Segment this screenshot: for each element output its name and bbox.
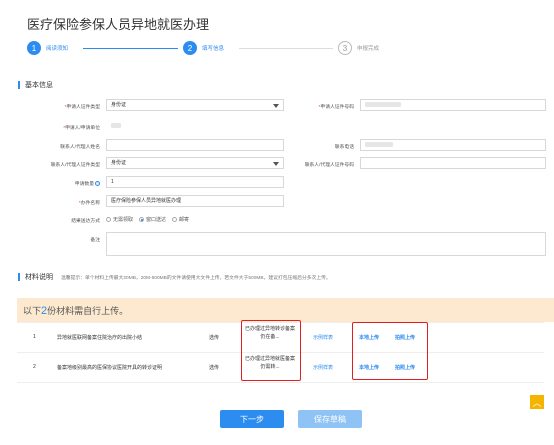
note-highlight-box	[241, 320, 301, 381]
remark-textarea[interactable]	[106, 232, 546, 256]
next-step-button[interactable]: 下一步	[220, 410, 284, 428]
step-connector-2	[239, 48, 333, 49]
sample-link[interactable]: 示例样表	[313, 364, 333, 371]
applicant-id-no-field[interactable]	[360, 99, 546, 111]
delivery-options: 无需领取 窗口送达 邮寄	[100, 216, 189, 223]
radio-mail[interactable]	[172, 217, 178, 222]
applicant-unit-label: *申请人/申请单位	[63, 126, 100, 131]
radio-mail-label: 邮寄	[179, 217, 190, 223]
section-bar	[18, 273, 20, 281]
step-1-label: 阅读须知	[46, 46, 69, 52]
applicant-id-type-select[interactable]: 身份证	[106, 99, 284, 111]
row-index: 1	[33, 334, 36, 340]
contact-id-no-label: 联系人/代理人证件号码	[304, 163, 354, 168]
apply-count-label: 申请数量?	[74, 181, 100, 187]
apply-count-field[interactable]: 1	[106, 176, 284, 188]
step-1-number: 1	[27, 41, 41, 55]
basic-info-title: 基本信息	[25, 82, 53, 89]
progress-steps: 1 阅读须知 2 填写信息 3 申报完成	[27, 41, 537, 57]
radio-no-pickup-label: 无需领取	[113, 217, 134, 223]
applicant-id-type-label: *申请人证件类型	[64, 105, 100, 110]
table-divider	[17, 382, 544, 383]
help-icon[interactable]: ?	[95, 181, 100, 187]
applicant-id-no-label: *申请人证件号码	[318, 105, 354, 110]
item-name-label: *办件名称	[78, 201, 100, 206]
contact-phone-field[interactable]	[360, 139, 546, 151]
radio-window-label: 窗口送达	[146, 217, 167, 223]
row-index: 2	[33, 364, 36, 370]
material-name: 备案地级别最高的医保协议医院开具的转诊证明	[57, 365, 163, 371]
step-3-number: 3	[338, 41, 352, 55]
radio-no-pickup[interactable]	[106, 217, 111, 222]
upload-banner: 以下2份材料需自行上传。	[17, 298, 554, 322]
materials-header: 材料说明 温馨提示：单个材料上传最大20MB，20M-500MB的文件请使用大文…	[18, 272, 331, 282]
material-name: 异地就医联网备案住院治疗的出院小结	[57, 335, 143, 341]
step-2: 2 填写信息	[183, 41, 224, 55]
materials-title: 材料说明	[25, 274, 53, 281]
contact-id-no-field[interactable]	[360, 157, 546, 169]
sample-link[interactable]: 示例样表	[313, 334, 333, 341]
delivery-label: 结果送达方式	[71, 219, 100, 224]
contact-phone-label: 联系电话	[334, 145, 354, 150]
radio-window[interactable]	[139, 217, 145, 222]
contact-id-type-select[interactable]: 身份证	[106, 157, 284, 169]
step-2-number: 2	[183, 41, 197, 55]
item-name-field[interactable]: 医疗保险参保人员异地就医办理	[106, 195, 284, 207]
required-flag: 选传	[209, 365, 220, 371]
chevron-up-icon[interactable]: ︿	[530, 395, 544, 409]
contact-name-label: 联系人/代理人姓名	[60, 145, 100, 150]
step-3: 3 申报完成	[338, 41, 379, 55]
remark-label: 备注	[90, 238, 100, 243]
save-draft-button[interactable]: 保存草稿	[298, 410, 362, 428]
materials-tip: 温馨提示：单个材料上传最大20MB，20M-500MB的文件请使用大文件上传，若…	[61, 275, 331, 281]
contact-id-type-label: 联系人/代理人证件类型	[50, 163, 100, 168]
upload-highlight-box	[352, 322, 428, 380]
required-flag: 选传	[209, 335, 220, 341]
step-1: 1 阅读须知	[27, 41, 68, 55]
applicant-unit-value	[106, 120, 546, 132]
step-3-label: 申报完成	[357, 46, 380, 52]
contact-name-field[interactable]	[106, 139, 284, 151]
basic-info-header: 基本信息	[18, 80, 53, 90]
page-title: 医疗保险参保人员异地就医办理	[27, 17, 210, 32]
section-bar	[18, 81, 20, 89]
step-connector-1	[83, 48, 178, 49]
step-2-label: 填写信息	[202, 46, 225, 52]
